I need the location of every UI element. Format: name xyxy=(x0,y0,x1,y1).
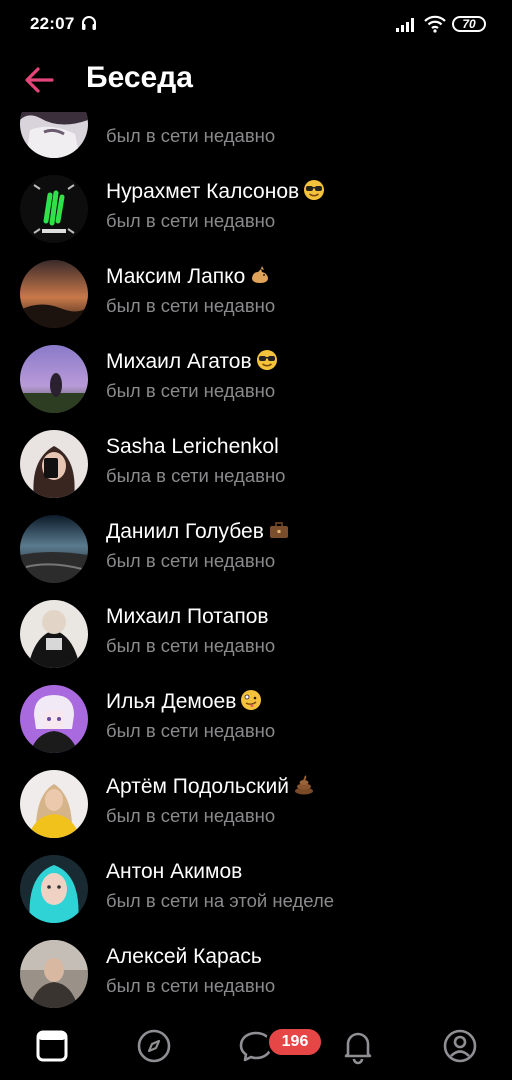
member-status: был в сети недавно xyxy=(106,805,276,826)
member-row[interactable]: Артём Подольский был в сети недавно xyxy=(0,762,512,847)
avatar xyxy=(20,855,88,923)
tab-notifications[interactable] xyxy=(338,1026,378,1066)
member-row[interactable]: Илья Демоев был в сети недавно xyxy=(0,677,512,762)
avatar xyxy=(20,112,88,158)
avatar xyxy=(20,600,88,668)
avatar xyxy=(20,940,88,1008)
avatar xyxy=(20,430,88,498)
avatar xyxy=(20,345,88,413)
poop-emoji-icon xyxy=(294,775,313,795)
member-name: Артём Подольский xyxy=(106,774,315,800)
member-name-text: Михаил Агатов xyxy=(106,350,252,373)
member-row[interactable]: Антон Акимов был в сети на этой неделе xyxy=(0,847,512,932)
cat-emoji-icon xyxy=(252,266,269,283)
member-row[interactable]: Алексей Карась был в сети недавно xyxy=(0,932,512,1017)
tab-discover[interactable] xyxy=(134,1026,174,1066)
member-status: была в сети недавно xyxy=(106,465,286,486)
member-name: Нурахмет Калсонов xyxy=(106,179,325,205)
avatar xyxy=(20,685,88,753)
battery-indicator: 70 xyxy=(452,16,486,32)
headset-icon xyxy=(82,16,96,30)
member-name: Алексей Карась xyxy=(106,945,262,968)
tab-news-feed[interactable] xyxy=(32,1026,72,1066)
profile-icon xyxy=(443,1029,477,1063)
member-list[interactable]: был в сети недавно Нурахмет Калсонов был… xyxy=(0,112,512,1024)
back-button[interactable] xyxy=(18,60,62,100)
member-name-text: Артём Подольский xyxy=(106,775,289,798)
member-status: был в сети недавно xyxy=(106,210,276,231)
avatar xyxy=(20,175,88,243)
member-row[interactable]: Михаил Агатов был в сети недавно xyxy=(0,337,512,422)
member-name: Максим Лапко xyxy=(106,264,271,290)
page-title: Беседа xyxy=(86,61,193,94)
member-row[interactable]: Нурахмет Калсонов был в сети недавно xyxy=(0,167,512,252)
zany-face-emoji-icon xyxy=(241,690,262,710)
member-name: Михаил Потапов xyxy=(106,605,269,628)
messages-badge: 196 xyxy=(266,1026,324,1058)
status-bar: 22:07 70 xyxy=(0,0,512,48)
member-name-text: Нурахмет Калсонов xyxy=(106,180,300,203)
avatar xyxy=(20,515,88,583)
member-status: был в сети недавно xyxy=(106,720,276,741)
member-status: был в сети недавно xyxy=(106,550,276,571)
member-status: был в сети недавно xyxy=(106,975,276,996)
sunglasses-emoji-icon xyxy=(256,350,277,370)
member-status: был в сети недавно xyxy=(106,295,276,316)
member-status: был в сети на этой неделе xyxy=(106,890,335,911)
member-name: Михаил Агатов xyxy=(106,349,278,375)
battery-level: 70 xyxy=(462,17,476,31)
avatar xyxy=(20,770,88,838)
member-name: Sasha Lerichenkol xyxy=(106,435,279,458)
member-status: был в сети недавно xyxy=(106,380,276,401)
member-name: Илья Демоев xyxy=(106,689,262,715)
sunglasses-emoji-icon xyxy=(304,180,325,200)
member-row[interactable]: был в сети недавно xyxy=(0,112,512,167)
member-row[interactable]: Михаил Потапов был в сети недавно xyxy=(0,592,512,677)
member-name-text: Даниил Голубев xyxy=(106,520,264,543)
discover-icon xyxy=(137,1029,171,1063)
news-feed-icon xyxy=(36,1030,68,1062)
bottom-tab-bar xyxy=(0,1016,512,1080)
member-row[interactable]: Максим Лапко был в сети недавно xyxy=(0,252,512,337)
wifi-icon xyxy=(424,15,446,33)
signal-icon xyxy=(396,18,414,32)
status-time: 22:07 xyxy=(30,14,75,33)
member-name: Антон Акимов xyxy=(106,860,243,883)
tab-profile[interactable] xyxy=(440,1026,480,1066)
avatar xyxy=(20,260,88,328)
back-arrow-icon xyxy=(25,67,54,93)
member-name: Даниил Голубев xyxy=(106,519,290,545)
member-name-text: Илья Демоев xyxy=(106,690,237,713)
notifications-icon xyxy=(344,1032,372,1065)
header: Беседа xyxy=(0,48,512,112)
member-status: был в сети недавно xyxy=(106,635,276,656)
member-row[interactable]: Sasha Lerichenkol была в сети недавно xyxy=(0,422,512,507)
member-status: был в сети недавно xyxy=(106,125,276,146)
member-row[interactable]: Даниил Голубев был в сети недавно xyxy=(0,507,512,592)
briefcase-emoji-icon xyxy=(269,522,288,538)
member-name-text: Максим Лапко xyxy=(106,265,246,288)
